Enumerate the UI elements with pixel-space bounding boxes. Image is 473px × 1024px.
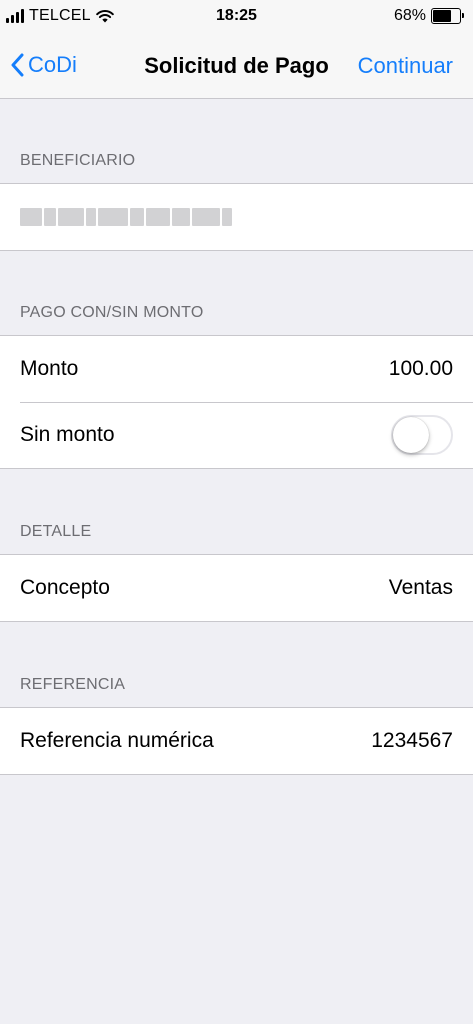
- referencia-label: Referencia numérica: [20, 729, 214, 752]
- battery-icon: [431, 8, 464, 24]
- referencia-value: 1234567: [371, 729, 453, 752]
- battery-nub: [462, 13, 464, 18]
- sin-monto-label: Sin monto: [20, 423, 115, 446]
- sin-monto-toggle[interactable]: [391, 415, 453, 455]
- status-bar: TELCEL 18:25 68%: [0, 0, 473, 34]
- group-pago: Monto 100.00 Sin monto: [0, 335, 473, 469]
- beneficiario-row[interactable]: [0, 184, 473, 250]
- sin-monto-row: Sin monto: [0, 402, 473, 468]
- section-header-beneficiario: BENEFICIARIO: [20, 152, 136, 169]
- group-detalle: Concepto Ventas: [0, 554, 473, 622]
- group-beneficiario: [0, 183, 473, 251]
- monto-value: 100.00: [388, 357, 453, 380]
- battery-percent: 68%: [393, 7, 426, 24]
- status-right: 68%: [393, 6, 464, 26]
- concepto-label: Concepto: [20, 576, 110, 599]
- toggle-knob: [393, 417, 429, 453]
- concepto-value: Ventas: [388, 576, 453, 599]
- section-header-pago: PAGO CON/SIN MONTO: [20, 304, 204, 321]
- monto-row[interactable]: Monto 100.00: [0, 336, 473, 402]
- battery-fill: [433, 10, 451, 22]
- continue-button[interactable]: Continuar: [358, 53, 453, 79]
- section-header-referencia: REFERENCIA: [20, 676, 126, 693]
- referencia-row[interactable]: Referencia numérica 1234567: [0, 708, 473, 774]
- group-referencia: Referencia numérica 1234567: [0, 707, 473, 775]
- navigation-bar: CoDi Solicitud de Pago Continuar: [0, 34, 473, 99]
- monto-label: Monto: [20, 357, 79, 380]
- beneficiary-name-blurred: [20, 208, 232, 226]
- section-header-detalle: DETALLE: [20, 523, 92, 540]
- concepto-row[interactable]: Concepto Ventas: [0, 555, 473, 621]
